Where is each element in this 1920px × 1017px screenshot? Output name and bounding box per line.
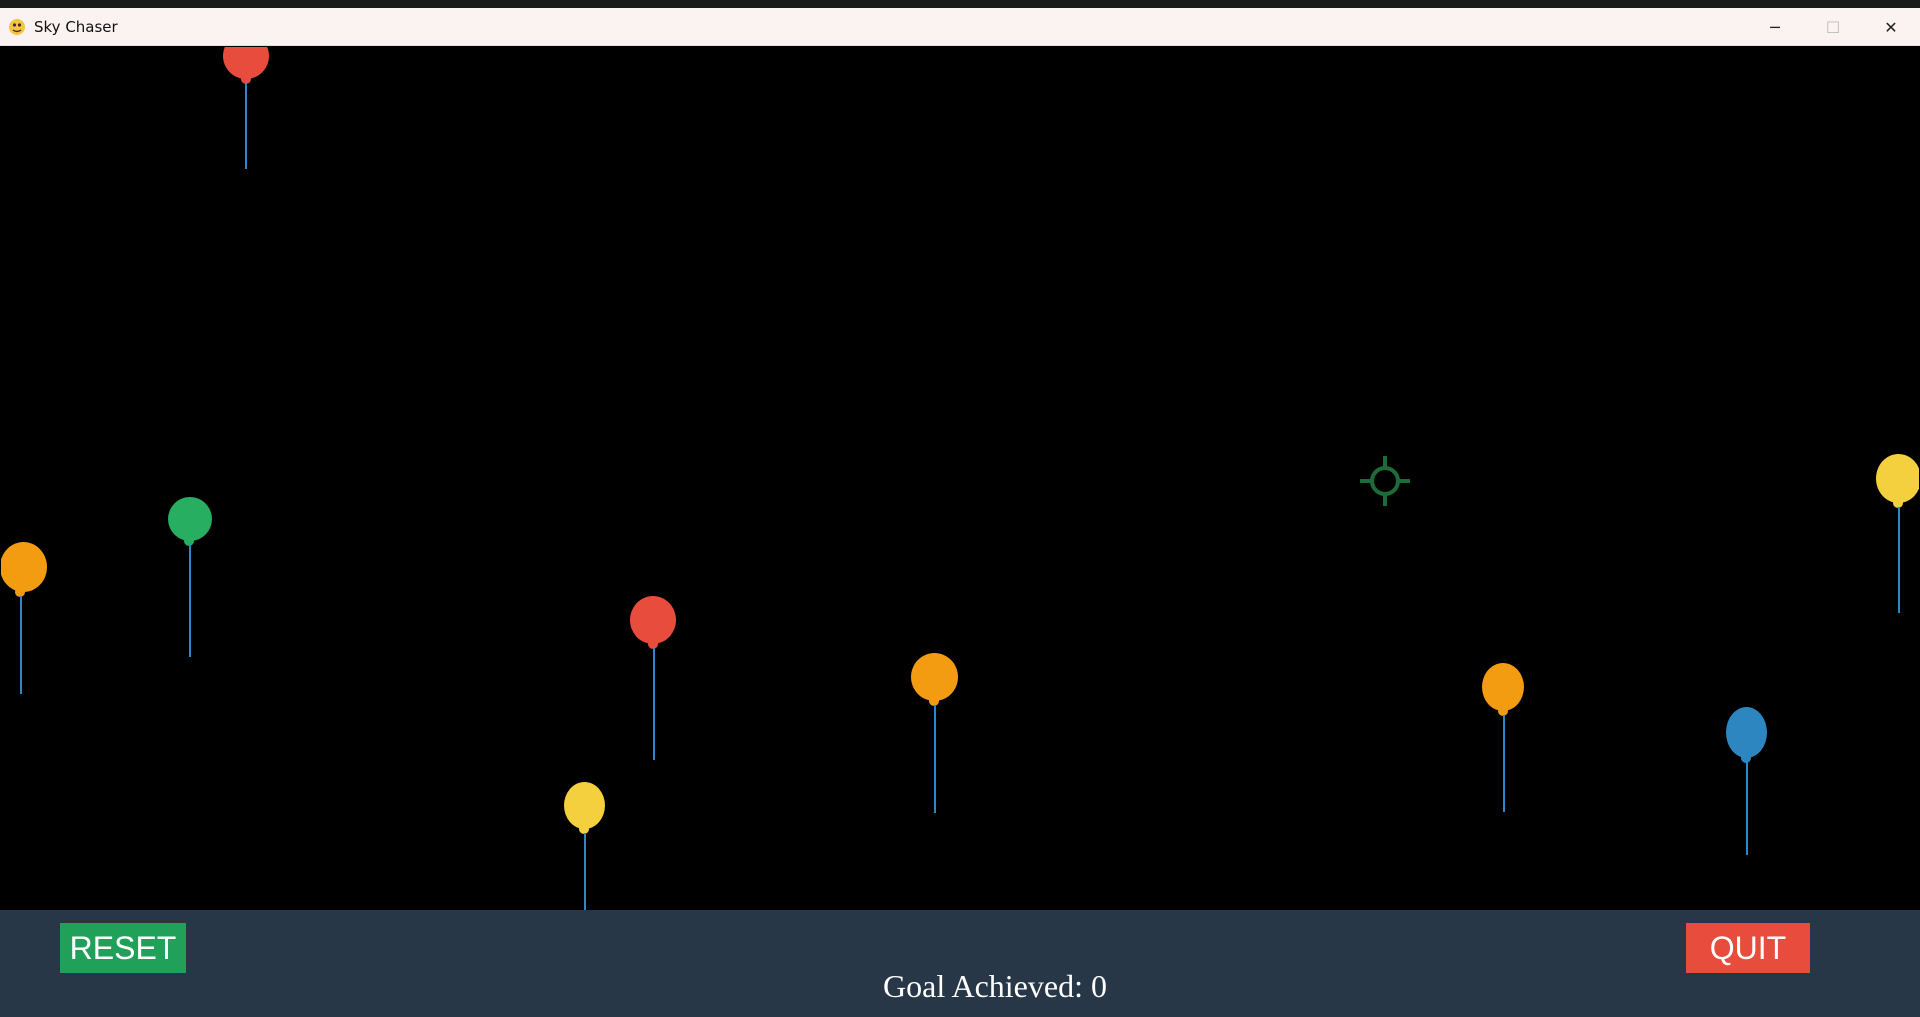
score-display: Goal Achieved: 0 — [883, 968, 1107, 1004]
maximize-button[interactable]: ☐ — [1804, 8, 1862, 46]
control-panel: RESET QUIT Goal Achieved: 0 — [0, 910, 1920, 1017]
minimize-button[interactable]: ─ — [1746, 8, 1804, 46]
reset-button[interactable]: RESET — [60, 923, 186, 973]
window-top-strip — [0, 0, 1920, 8]
crosshair-icon — [1360, 456, 1410, 506]
game-canvas[interactable] — [1, 47, 1919, 910]
window-controls: ─ ☐ ✕ — [1746, 8, 1920, 46]
window-titlebar[interactable]: Sky Chaser ─ ☐ ✕ — [0, 8, 1920, 46]
pygame-snake-icon — [9, 18, 25, 35]
window-title: Sky Chaser — [34, 17, 118, 36]
close-button[interactable]: ✕ — [1862, 8, 1920, 46]
quit-button[interactable]: QUIT — [1686, 923, 1810, 973]
